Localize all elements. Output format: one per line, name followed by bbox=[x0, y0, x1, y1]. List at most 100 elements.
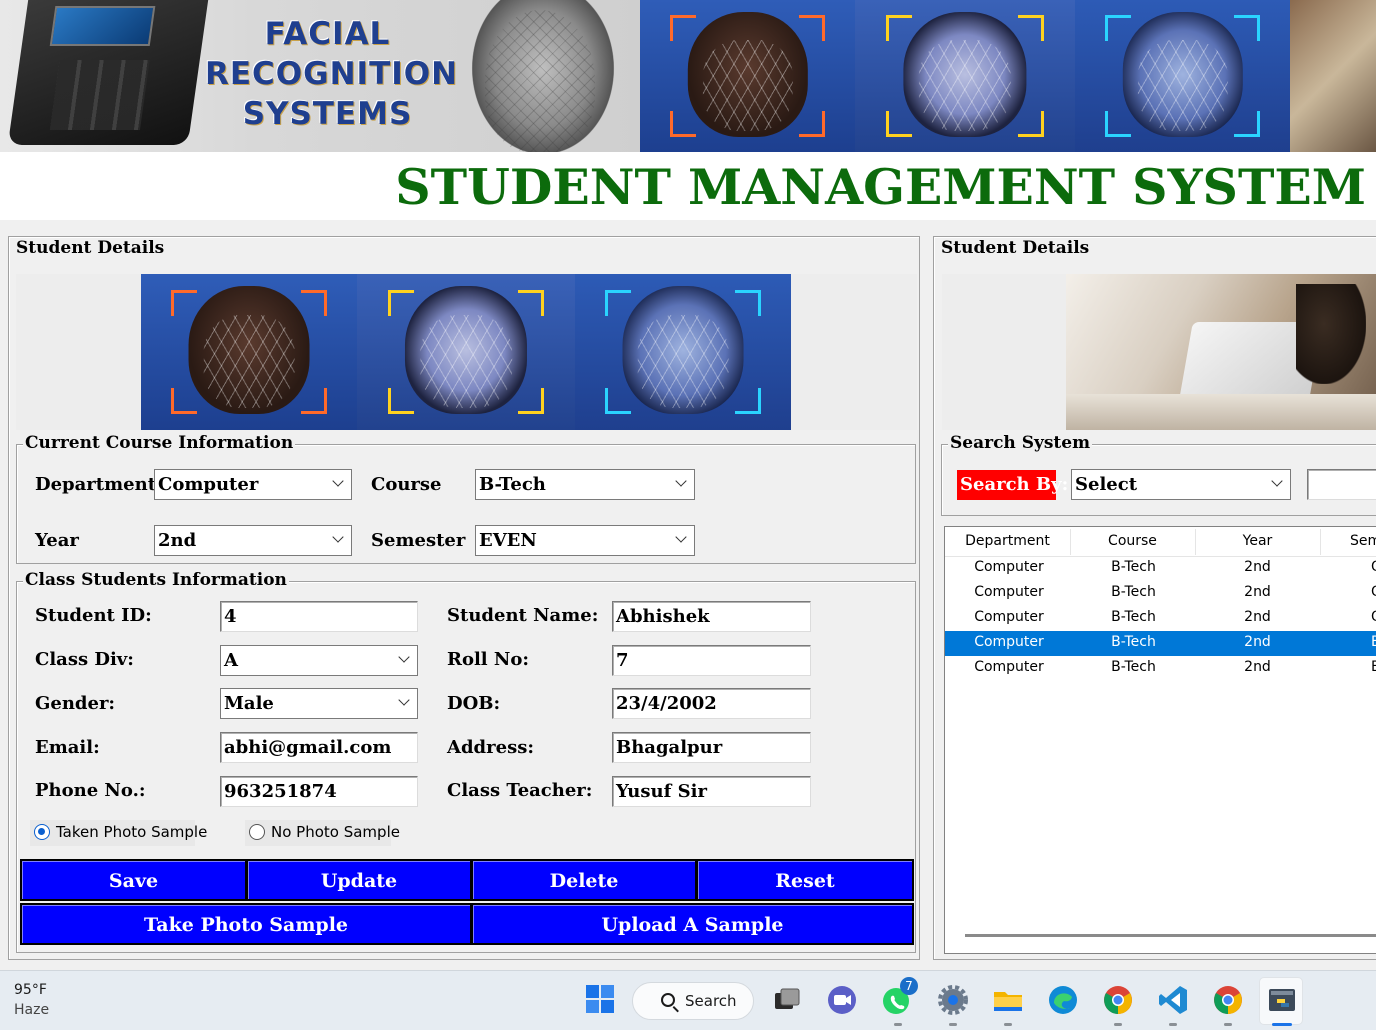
table-row[interactable]: Computer B-Tech 2nd O bbox=[945, 606, 1376, 631]
cell-year: 2nd bbox=[1244, 559, 1271, 575]
banner-device-image: FACIAL RECOGNITION SYSTEMS bbox=[0, 0, 640, 152]
take-photo-sample-button[interactable]: Take Photo Sample bbox=[20, 903, 472, 945]
current-course-legend: Current Course Information bbox=[23, 433, 296, 453]
cell-department: Computer bbox=[974, 634, 1044, 650]
class-div-combo[interactable]: A bbox=[220, 645, 418, 676]
windows-taskbar: 95°F Haze Search 7 bbox=[0, 970, 1376, 1030]
weather-temperature: 95°F bbox=[14, 982, 47, 998]
cell-department: Computer bbox=[974, 659, 1044, 675]
column-header-department[interactable]: Department bbox=[945, 533, 1070, 549]
weather-widget[interactable]: 95°F Haze bbox=[14, 980, 49, 1020]
semester-value: EVEN bbox=[479, 530, 537, 551]
taken-photo-radio[interactable]: Taken Photo Sample bbox=[30, 820, 207, 846]
column-header-course[interactable]: Course bbox=[1070, 533, 1195, 549]
taskbar-search-box[interactable]: Search bbox=[632, 982, 754, 1020]
face-image-3 bbox=[575, 274, 791, 430]
vscode-icon[interactable] bbox=[1156, 983, 1190, 1017]
class-teacher-input[interactable]: Yusuf Sir bbox=[612, 776, 811, 807]
chevron-down-icon bbox=[397, 695, 411, 709]
active-indicator bbox=[1272, 1023, 1292, 1026]
phone-input[interactable]: 963251874 bbox=[220, 776, 418, 807]
wireframe-head-image bbox=[455, 0, 615, 152]
table-row[interactable]: Computer B-Tech 2nd O bbox=[945, 556, 1376, 581]
teams-meet-icon[interactable] bbox=[825, 983, 859, 1017]
cell-course: B-Tech bbox=[1111, 609, 1156, 625]
student-id-label: Student ID: bbox=[35, 605, 152, 626]
gender-combo[interactable]: Male bbox=[220, 688, 418, 719]
chrome-icon[interactable] bbox=[1211, 983, 1245, 1017]
taken-photo-label: Taken Photo Sample bbox=[56, 823, 208, 841]
student-name-input[interactable]: Abhishek bbox=[612, 601, 811, 632]
face-image-2 bbox=[357, 274, 575, 430]
chevron-down-icon bbox=[1270, 476, 1284, 490]
dob-input[interactable]: 23/4/2002 bbox=[612, 688, 811, 719]
column-header-year[interactable]: Year bbox=[1195, 533, 1320, 549]
task-view-icon[interactable] bbox=[770, 983, 804, 1017]
upload-sample-button[interactable]: Upload A Sample bbox=[471, 903, 914, 945]
cell-semester: E bbox=[1371, 634, 1376, 650]
student-id-input[interactable]: 4 bbox=[220, 601, 418, 632]
banner-face-image-1 bbox=[640, 0, 855, 152]
delete-button[interactable]: Delete bbox=[471, 859, 697, 901]
phone-label: Phone No.: bbox=[35, 780, 146, 801]
radio-unselected-icon bbox=[249, 824, 265, 840]
student-table[interactable]: Department Course Year Sem Computer B-Te… bbox=[944, 526, 1376, 954]
cell-year: 2nd bbox=[1244, 584, 1271, 600]
roll-no-label: Roll No: bbox=[447, 649, 530, 670]
reset-button[interactable]: Reset bbox=[696, 859, 914, 901]
address-input[interactable]: Bhagalpur bbox=[612, 732, 811, 763]
year-combo[interactable]: 2nd bbox=[154, 525, 352, 556]
search-by-combo[interactable]: Select bbox=[1071, 469, 1291, 500]
class-div-label: Class Div: bbox=[35, 649, 134, 670]
cell-year: 2nd bbox=[1244, 634, 1271, 650]
file-explorer-icon[interactable] bbox=[991, 983, 1025, 1017]
cell-semester: E bbox=[1371, 659, 1376, 675]
department-label: Department bbox=[35, 474, 157, 495]
column-header-semester[interactable]: Sem bbox=[1320, 533, 1376, 549]
semester-combo[interactable]: EVEN bbox=[475, 525, 695, 556]
running-indicator bbox=[1004, 1023, 1012, 1026]
header-banner: FACIAL RECOGNITION SYSTEMS bbox=[0, 0, 1376, 152]
cell-year: 2nd bbox=[1244, 659, 1271, 675]
current-course-frame bbox=[16, 444, 916, 564]
course-value: B-Tech bbox=[479, 474, 546, 495]
department-combo[interactable]: Computer bbox=[154, 469, 352, 500]
search-text-input[interactable] bbox=[1307, 469, 1376, 500]
gender-value: Male bbox=[224, 693, 274, 714]
cell-semester: O bbox=[1371, 584, 1376, 600]
search-by-label: Search By: bbox=[957, 470, 1068, 500]
cell-department: Computer bbox=[974, 609, 1044, 625]
right-student-details-legend: Student Details bbox=[939, 238, 1092, 258]
chevron-down-icon bbox=[674, 532, 688, 546]
class-students-legend: Class Students Information bbox=[23, 570, 289, 590]
chrome-icon[interactable] bbox=[1101, 983, 1135, 1017]
student-name-label: Student Name: bbox=[447, 605, 599, 626]
department-value: Computer bbox=[158, 474, 259, 495]
roll-no-input[interactable]: 7 bbox=[612, 645, 811, 676]
cell-semester: O bbox=[1371, 609, 1376, 625]
save-button[interactable]: Save bbox=[20, 859, 247, 901]
whatsapp-badge: 7 bbox=[900, 977, 918, 995]
horizontal-scrollbar[interactable] bbox=[965, 934, 1376, 937]
edge-icon[interactable] bbox=[1046, 983, 1080, 1017]
python-app-icon[interactable] bbox=[1265, 983, 1299, 1017]
windows-start-icon[interactable] bbox=[584, 983, 618, 1017]
email-input[interactable]: abhi@gmail.com bbox=[220, 732, 418, 763]
running-indicator bbox=[1114, 1023, 1122, 1026]
course-combo[interactable]: B-Tech bbox=[475, 469, 695, 500]
cell-department: Computer bbox=[974, 584, 1044, 600]
whatsapp-icon[interactable]: 7 bbox=[880, 977, 918, 1017]
settings-icon[interactable] bbox=[936, 983, 970, 1017]
face-image-1 bbox=[141, 274, 357, 430]
cell-semester: O bbox=[1371, 559, 1376, 575]
gender-label: Gender: bbox=[35, 693, 116, 714]
table-row[interactable]: Computer B-Tech 2nd E bbox=[945, 656, 1376, 681]
biometric-device-image bbox=[7, 0, 209, 145]
table-row-selected[interactable]: Computer B-Tech 2nd E bbox=[945, 631, 1376, 656]
classroom-image bbox=[1066, 274, 1376, 430]
no-photo-radio[interactable]: No Photo Sample bbox=[245, 820, 400, 846]
table-row[interactable]: Computer B-Tech 2nd O bbox=[945, 581, 1376, 606]
page-title: STUDENT MANAGEMENT SYSTEM bbox=[395, 158, 1366, 216]
student-image-strip bbox=[16, 274, 917, 430]
update-button[interactable]: Update bbox=[246, 859, 472, 901]
